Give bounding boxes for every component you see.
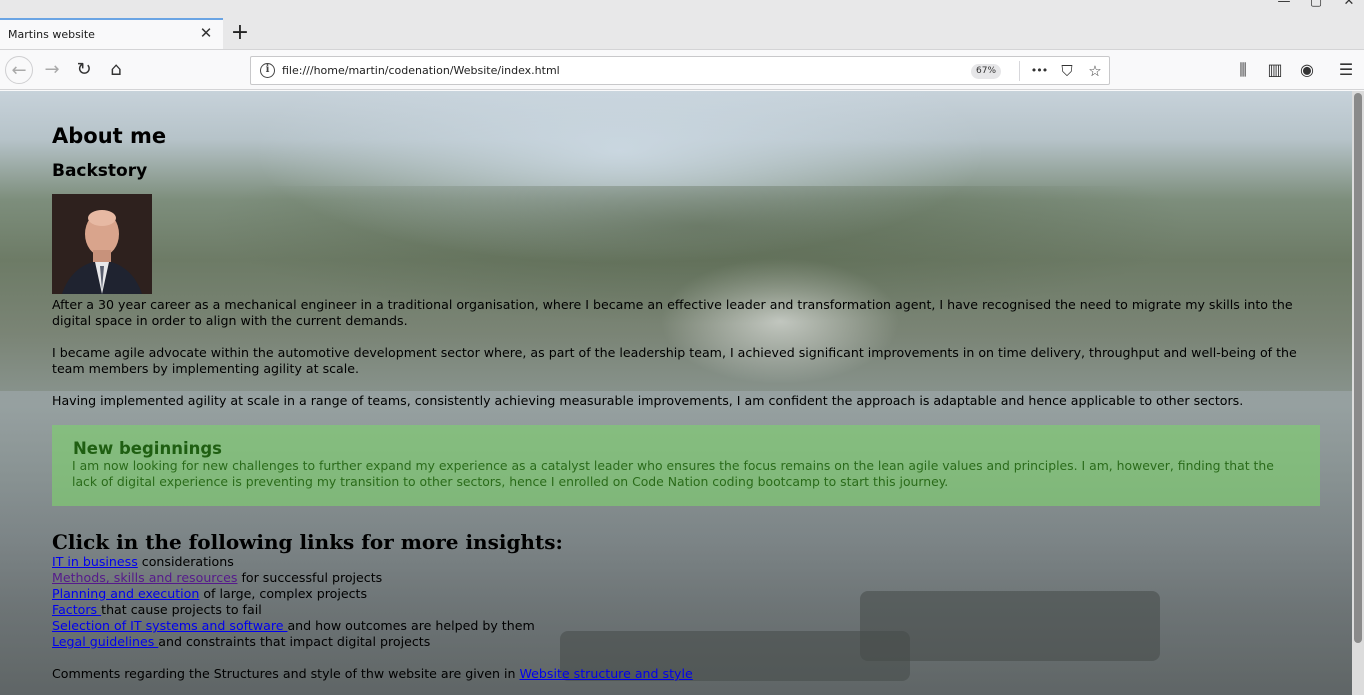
back-button[interactable]: ← bbox=[5, 56, 33, 84]
backstory-paragraph: Having implemented agility at scale in a… bbox=[52, 393, 1244, 408]
link-methods-skills-resources[interactable]: Methods, skills and resources bbox=[52, 570, 237, 585]
list-item: Factors that cause projects to fail bbox=[52, 602, 262, 618]
link-description: for successful projects bbox=[237, 570, 383, 585]
list-item: IT in business considerations bbox=[52, 554, 234, 570]
page-title: About me bbox=[52, 124, 167, 148]
backstory-paragraph: I became agile advocate within the autom… bbox=[52, 345, 1297, 376]
links-heading: Click in the following links for more in… bbox=[52, 530, 563, 554]
menu-icon[interactable]: ☰ bbox=[1334, 57, 1358, 83]
callout-title: New beginnings bbox=[73, 439, 222, 458]
info-icon[interactable]: i bbox=[260, 63, 275, 78]
callout-text: I am now looking for new challenges to f… bbox=[72, 458, 1274, 489]
tab-title: Martins website bbox=[8, 28, 95, 41]
link-description: considerations bbox=[137, 554, 234, 569]
zoom-indicator[interactable]: 67% bbox=[971, 64, 1002, 79]
minimize-icon[interactable]: — bbox=[1274, 0, 1294, 9]
link-description: that cause projects to fail bbox=[101, 602, 262, 617]
forward-button[interactable]: → bbox=[38, 56, 66, 84]
link-description: of large, complex projects bbox=[199, 586, 368, 601]
link-description: and constraints that impact digital proj… bbox=[158, 634, 431, 649]
separator bbox=[1019, 61, 1020, 81]
footer-text: Comments regarding the Structures and st… bbox=[52, 666, 520, 681]
address-bar[interactable]: i file:///home/martin/codenation/Website… bbox=[250, 56, 1110, 85]
reload-button[interactable]: ↻ bbox=[70, 56, 98, 84]
tab-martins-website[interactable]: Martins website ✕ bbox=[0, 18, 223, 50]
close-tab-icon[interactable]: ✕ bbox=[198, 24, 214, 42]
home-button[interactable]: ⌂ bbox=[102, 56, 130, 84]
navigation-toolbar: ← → ↻ ⌂ i file:///home/martin/codenation… bbox=[0, 49, 1364, 90]
page-viewport: About me Backstory After a 30 year caree… bbox=[0, 91, 1364, 695]
new-tab-button[interactable]: + bbox=[229, 22, 251, 44]
close-icon[interactable]: ✕ bbox=[1339, 0, 1359, 9]
list-item: Methods, skills and resources for succes… bbox=[52, 570, 382, 586]
link-selection-it-systems[interactable]: Selection of IT systems and software bbox=[52, 618, 287, 633]
backstory-paragraph: After a 30 year career as a mechanical e… bbox=[52, 297, 1293, 328]
sidebar-icon[interactable]: ▥ bbox=[1263, 57, 1287, 83]
library-icon[interactable]: ⫼ bbox=[1231, 57, 1255, 83]
section-heading: Backstory bbox=[52, 161, 148, 181]
maximize-icon[interactable]: ▢ bbox=[1306, 0, 1326, 9]
link-it-in-business[interactable]: IT in business bbox=[52, 554, 138, 569]
vertical-scrollbar[interactable] bbox=[1352, 91, 1364, 695]
url-text[interactable]: file:///home/martin/codenation/Website/i… bbox=[282, 64, 560, 77]
scrollbar-thumb[interactable] bbox=[1354, 93, 1362, 643]
link-website-structure-style[interactable]: Website structure and style bbox=[519, 666, 692, 681]
list-item: Planning and execution of large, complex… bbox=[52, 586, 367, 602]
link-legal-guidelines[interactable]: Legal guidelines bbox=[52, 634, 158, 649]
pocket-icon[interactable]: ⛉ bbox=[1056, 60, 1078, 82]
list-item: Selection of IT systems and software and… bbox=[52, 618, 535, 634]
bookmark-star-icon[interactable]: ☆ bbox=[1084, 60, 1106, 82]
link-factors[interactable]: Factors bbox=[52, 602, 101, 617]
page-actions-icon[interactable]: ••• bbox=[1028, 60, 1050, 82]
account-icon[interactable]: ◉ bbox=[1295, 57, 1319, 83]
footer-note: Comments regarding the Structures and st… bbox=[52, 666, 693, 682]
link-description: and how outcomes are helped by them bbox=[287, 618, 535, 633]
tab-strip: Martins website ✕ + — ▢ ✕ bbox=[0, 0, 1364, 50]
background-boat bbox=[860, 591, 1160, 661]
new-beginnings-callout: New beginnings I am now looking for new … bbox=[52, 425, 1320, 506]
profile-photo bbox=[52, 194, 152, 294]
list-item: Legal guidelines and constraints that im… bbox=[52, 634, 430, 650]
link-planning-execution[interactable]: Planning and execution bbox=[52, 586, 199, 601]
